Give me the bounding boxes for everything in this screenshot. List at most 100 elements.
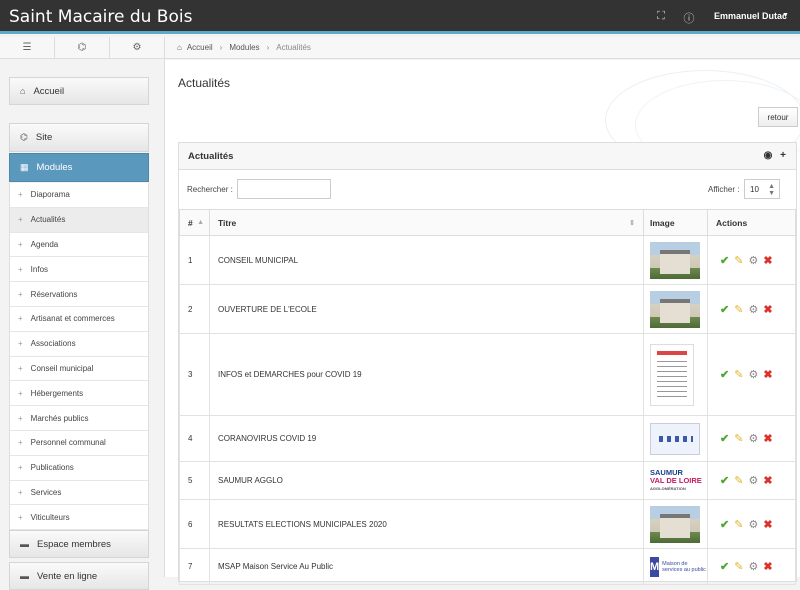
- row-image[interactable]: [650, 422, 700, 455]
- check-icon[interactable]: ✔: [720, 303, 729, 316]
- pencil-icon[interactable]: ✎: [734, 432, 743, 445]
- delete-icon[interactable]: ✖: [763, 560, 772, 573]
- panel-title: Actualités: [188, 150, 234, 162]
- panel-tools: ◉ +: [764, 150, 786, 161]
- news-table: # ▲ Titre ⇕ Image Actions 1 CONSEIL MUNICI…: [179, 209, 796, 585]
- gear-icon[interactable]: ⚙: [748, 432, 758, 445]
- delete-icon[interactable]: ✖: [763, 432, 772, 445]
- info-icon[interactable]: ⓘ: [682, 10, 696, 26]
- breadcrumb-current: Actualités: [276, 43, 311, 52]
- sidebar-item-actualites[interactable]: + Actualités: [10, 207, 148, 233]
- gear-icon[interactable]: ⚙: [748, 474, 758, 487]
- user-menu[interactable]: Emmanuel Dutac: [714, 11, 787, 21]
- gear-icon[interactable]: ⚙: [748, 303, 758, 316]
- caret-down-icon[interactable]: ▼: [782, 12, 789, 19]
- row-image[interactable]: M Maison de services au public: [650, 556, 707, 577]
- row-title[interactable]: SAUMUR AGGLO: [209, 461, 644, 500]
- row-image[interactable]: SAUMUR VAL DE LOIRE AGGLOMÉRATION: [650, 468, 707, 493]
- sitemap-icon: ⌬: [20, 132, 28, 142]
- gear-icon[interactable]: ⚙: [748, 254, 758, 267]
- row-image[interactable]: [650, 290, 700, 328]
- pencil-icon[interactable]: ✎: [734, 303, 743, 316]
- sidebar-item-conseil[interactable]: + Conseil municipal: [10, 357, 148, 382]
- cogs-icon[interactable]: ⚙: [110, 37, 164, 58]
- page-size-select[interactable]: 10 ▲ ▼: [744, 179, 780, 199]
- gear-icon[interactable]: ⚙: [748, 368, 758, 381]
- delete-icon[interactable]: ✖: [763, 254, 772, 267]
- pencil-icon[interactable]: ✎: [734, 368, 743, 381]
- gear-icon[interactable]: ⚙: [748, 560, 758, 573]
- sidebar-item-marches[interactable]: + Marchés publics: [10, 406, 148, 431]
- column-header-num[interactable]: # ▲: [179, 209, 210, 236]
- sidebar-item-diaporama[interactable]: + Diaporama: [10, 183, 148, 208]
- gear-icon[interactable]: ⚙: [748, 518, 758, 531]
- sidebar-item-vente[interactable]: ▬ Vente en ligne: [9, 562, 149, 590]
- row-title[interactable]: CONSEIL MUNICIPAL: [209, 235, 644, 285]
- page-title: Actualités: [178, 76, 231, 90]
- row-actions: ✔ ✎ ⚙ ✖: [716, 254, 795, 267]
- sidebar-item-label: Espace membres: [37, 538, 111, 550]
- plus-icon: +: [18, 413, 23, 423]
- eye-icon[interactable]: ◉: [764, 150, 773, 161]
- top-bar: Saint Macaire du Bois ⛶ ⓘ Emmanuel Dutac…: [0, 0, 800, 34]
- delete-icon[interactable]: ✖: [763, 474, 772, 487]
- row-title[interactable]: RESULTATS ELECTIONS MUNICIPALES 2020: [209, 499, 644, 549]
- sidebar-item-label: Modules: [36, 162, 73, 173]
- home-icon: ⌂: [20, 86, 26, 96]
- delete-icon[interactable]: ✖: [763, 368, 772, 381]
- modules-submenu: + Diaporama + Actualités + Agenda + Infos + R…: [9, 183, 149, 531]
- sidebar-item-modules[interactable]: ▦ Modules: [9, 153, 149, 182]
- pencil-icon[interactable]: ✎: [734, 474, 743, 487]
- row-image[interactable]: [650, 505, 700, 543]
- row-title[interactable]: CORANOVIRUS COVID 19: [209, 415, 644, 462]
- row-image[interactable]: [650, 343, 694, 406]
- fullscreen-icon[interactable]: ⛶: [654, 10, 668, 23]
- row-title[interactable]: OUVERTURE DE L'ECOLE: [209, 284, 644, 334]
- chevron-right-icon: ›: [266, 43, 270, 52]
- sidebar-item-espace-membres[interactable]: ▬ Espace membres: [9, 530, 149, 558]
- chevron-right-icon: ›: [219, 43, 223, 52]
- sidebar-item-publications[interactable]: + Publications: [10, 456, 148, 481]
- plus-icon: +: [18, 438, 23, 448]
- sidebar-item-infos[interactable]: + Infos: [10, 257, 148, 283]
- breadcrumb-modules[interactable]: Modules: [229, 43, 259, 52]
- site-title[interactable]: Saint Macaire du Bois: [9, 7, 192, 27]
- plus-icon[interactable]: +: [780, 150, 786, 161]
- check-icon[interactable]: ✔: [720, 560, 729, 573]
- row-actions: ✔ ✎ ⚙ ✖: [716, 518, 795, 531]
- sidebar-item-services[interactable]: + Services: [10, 481, 148, 506]
- check-icon[interactable]: ✔: [720, 474, 729, 487]
- val-logo-text: VAL DE LOIRE: [650, 475, 702, 485]
- check-icon[interactable]: ✔: [720, 432, 729, 445]
- sidebar-item-reservations[interactable]: + Réservations: [10, 282, 148, 307]
- home-icon[interactable]: ⌂: [177, 43, 182, 52]
- pencil-icon[interactable]: ✎: [734, 560, 743, 573]
- pencil-icon[interactable]: ✎: [734, 254, 743, 267]
- menu-icon[interactable]: ☰: [0, 37, 55, 58]
- sidebar-item-personnel[interactable]: + Personnel communal: [10, 431, 148, 456]
- sitemap-icon[interactable]: ⌬: [55, 37, 110, 58]
- row-title[interactable]: MSAP Maison Service Au Public: [209, 548, 644, 585]
- pencil-icon[interactable]: ✎: [734, 518, 743, 531]
- sidebar-item-viticulteurs[interactable]: + Viticulteurs: [10, 505, 148, 531]
- sidebar-item-site[interactable]: ⌬ Site: [9, 123, 149, 152]
- sidebar-item-hebergements[interactable]: + Hébergements: [10, 381, 148, 407]
- sidebar-item-agenda[interactable]: + Agenda: [10, 233, 148, 258]
- row-title[interactable]: INFOS et DEMARCHES pour COVID 19: [209, 333, 644, 416]
- column-header-title[interactable]: Titre ⇕: [209, 209, 644, 236]
- check-icon[interactable]: ✔: [720, 254, 729, 267]
- sidebar-item-accueil[interactable]: ⌂ Accueil: [9, 77, 149, 105]
- breadcrumb-home[interactable]: Accueil: [187, 43, 213, 52]
- row-image[interactable]: [650, 241, 700, 279]
- sidebar-item-label: Accueil: [33, 85, 65, 97]
- search-input[interactable]: [237, 179, 331, 199]
- delete-icon[interactable]: ✖: [763, 518, 772, 531]
- delete-icon[interactable]: ✖: [763, 303, 772, 316]
- row-number: 4: [179, 415, 210, 462]
- check-icon[interactable]: ✔: [720, 368, 729, 381]
- sidebar-item-artisanat[interactable]: + Artisanat et commerces: [10, 307, 148, 332]
- back-button[interactable]: retour: [758, 107, 798, 127]
- row-number: 2: [179, 284, 210, 334]
- sidebar-item-associations[interactable]: + Associations: [10, 332, 148, 357]
- check-icon[interactable]: ✔: [720, 518, 729, 531]
